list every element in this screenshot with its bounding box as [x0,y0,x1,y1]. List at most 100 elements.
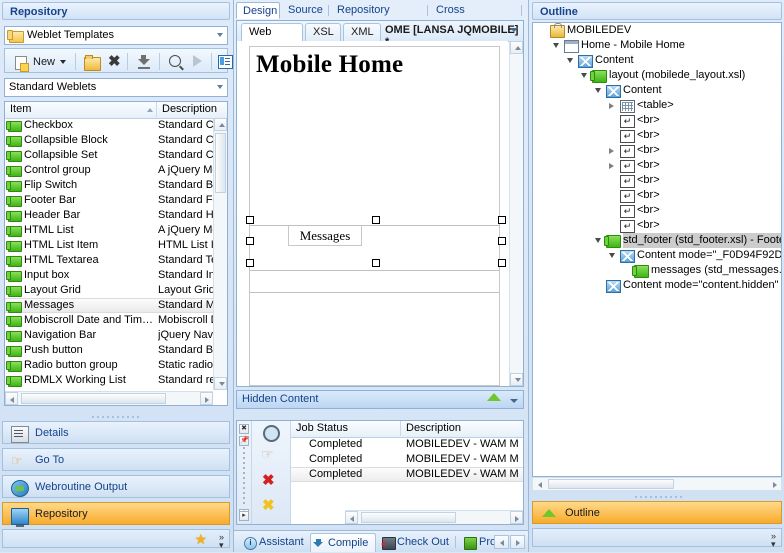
outline-tree[interactable]: MOBILEDEV Home - Mobile Home Content layout… [532,22,782,477]
panel-splitter[interactable] [92,414,140,419]
table-row[interactable]: Input box Standard Inp [5,268,213,283]
job-horizontal-scrollbar[interactable] [345,510,523,524]
scroll-down-button[interactable] [510,373,523,386]
table-row[interactable]: Control group A jQuery Mo [5,163,213,178]
red-x-icon[interactable]: ✖ [262,471,275,489]
table-row[interactable]: HTML List A jQuery Mo [5,223,213,238]
chevron-down-icon[interactable] [609,253,615,258]
scroll-right-button[interactable] [768,478,781,490]
table-row[interactable]: Messages Standard Me [5,298,213,313]
selection-handle[interactable] [498,237,506,245]
sidebar-item-details[interactable]: Details [2,421,230,444]
standard-weblets-combo[interactable]: Standard Weblets [4,78,228,97]
table-row[interactable]: Radio button group Static radio b [5,358,213,373]
tree-node[interactable]: messages (std_messages.xsl [533,263,781,278]
scroll-up-button[interactable] [510,41,523,54]
tab-xml[interactable]: XML [343,23,381,41]
status-item-check-out[interactable]: Check Out [380,533,453,552]
sidebar-item-outline[interactable]: Outline [532,501,782,524]
tree-node[interactable]: ↵ <br> [533,143,781,158]
selection-handle[interactable] [372,216,380,224]
chevron-down-icon[interactable] [510,28,518,32]
column-header-item[interactable]: Item [5,102,157,117]
table-row[interactable]: Collapsible Block Standard Co [5,133,213,148]
tree-node[interactable]: MOBILEDEV [533,23,781,38]
table-row[interactable]: Completed MOBILEDEV - WAM M [291,452,523,467]
chevron-down-icon[interactable] [217,33,223,37]
up-arrow-green-icon[interactable] [487,393,501,401]
selection-handle[interactable] [246,216,254,224]
chevron-down-icon[interactable] [510,399,518,403]
new-button[interactable]: New [9,51,55,72]
chevron-down-icon[interactable] [595,88,601,93]
table-row[interactable]: HTML Textarea Standard Te [5,253,213,268]
tree-node[interactable]: <table> [533,98,781,113]
pin-panel-button[interactable]: 📌 [239,436,249,446]
tree-node[interactable]: ↵ <br> [533,128,781,143]
run-button[interactable] [188,51,208,72]
favorites-star-icon[interactable]: ★ [194,532,207,546]
weblet-templates-combo[interactable]: Weblet Templates [4,26,228,45]
table-row[interactable]: Completed MOBILEDEV - WAM M [291,467,523,482]
table-row[interactable]: Layout Grid Layout Grid [5,283,213,298]
sidebar-item-repository[interactable]: Repository [2,502,230,527]
download-button[interactable] [133,51,155,72]
tree-node[interactable]: Content [533,83,781,98]
scroll-left-button[interactable] [5,392,18,405]
canvas-vertical-scrollbar[interactable] [509,41,523,386]
table-row[interactable]: Push button Standard Bu [5,343,213,358]
selection-handle[interactable] [246,237,254,245]
tree-node[interactable]: ↵ <br> [533,218,781,233]
scroll-right-button[interactable] [200,392,213,405]
hand-pointer-icon[interactable]: ☞ [261,446,274,463]
weblets-vertical-scrollbar[interactable] [213,118,227,390]
panel-splitter[interactable] [635,494,683,499]
sidebar-item-go-to[interactable]: ☞ Go To [2,448,230,471]
chevron-double-right-icon[interactable]: » ▾ [219,533,224,550]
outline-horizontal-scrollbar[interactable] [532,477,782,491]
table-row[interactable]: Collapsible Set Standard Co [5,148,213,163]
weblets-horizontal-scrollbar[interactable] [5,391,213,405]
hidden-content-bar[interactable]: Hidden Content [236,390,524,409]
chevron-double-right-icon[interactable]: » ▾ [771,532,776,549]
scrollbar-thumb[interactable] [548,479,674,489]
table-row[interactable]: Mobiscroll Date and Time P... Mobiscroll … [5,313,213,328]
close-panel-button[interactable]: ✖ [239,424,249,434]
table-row[interactable]: Footer Bar Standard Fo [5,193,213,208]
tree-node[interactable]: Content mode="_F0D94F92D20 [533,248,781,263]
delete-button[interactable]: ✖ [104,51,124,72]
column-header-job-status[interactable]: Job Status [291,421,401,436]
table-row[interactable]: HTML List Item HTML List It [5,238,213,253]
status-bar-scroll[interactable] [494,535,526,549]
tab-web-page[interactable]: Web Page [241,23,303,55]
tree-node[interactable]: ↵ <br> [533,158,781,173]
next-panel-button[interactable]: ▸ [239,511,249,521]
table-row[interactable]: Completed MOBILEDEV - WAM M [291,437,523,452]
list-view-button[interactable] [215,51,235,72]
tree-node[interactable]: layout (mobilede_layout.xsl) [533,68,781,83]
tree-node[interactable]: Home - Mobile Home [533,38,781,53]
web-page-preview[interactable]: Mobile Home Messages [246,46,506,386]
table-row[interactable]: RDMLX Working List Standard rep [5,373,213,388]
column-header-description[interactable]: Description [157,102,227,117]
tab-cross-references[interactable]: Cross References [430,2,522,33]
tab-design[interactable]: Design [236,2,280,19]
tree-node[interactable]: std_footer (std_footer.xsl) - Footer B [533,233,781,248]
panel-grip[interactable] [243,447,245,507]
table-row[interactable]: Checkbox Standard Ch [5,118,213,133]
search-button[interactable] [165,51,187,72]
open-button[interactable] [81,51,103,72]
messages-weblet[interactable]: Messages [288,226,362,246]
table-row[interactable]: Navigation Bar jQuery Navig [5,328,213,343]
new-dropdown-button[interactable] [57,51,71,72]
tree-node[interactable]: ↵ <br> [533,203,781,218]
tree-node[interactable]: ↵ <br> [533,173,781,188]
selection-handle[interactable] [246,259,254,267]
magnifier-icon[interactable] [263,425,280,442]
chevron-right-icon[interactable] [609,103,614,109]
tree-node[interactable]: Content mode="content.hidden" [533,278,781,293]
column-header-description[interactable]: Description [401,421,523,436]
scroll-up-button[interactable] [214,118,227,131]
tab-xsl[interactable]: XSL [305,23,341,41]
table-row[interactable]: Flip Switch Standard Bo [5,178,213,193]
